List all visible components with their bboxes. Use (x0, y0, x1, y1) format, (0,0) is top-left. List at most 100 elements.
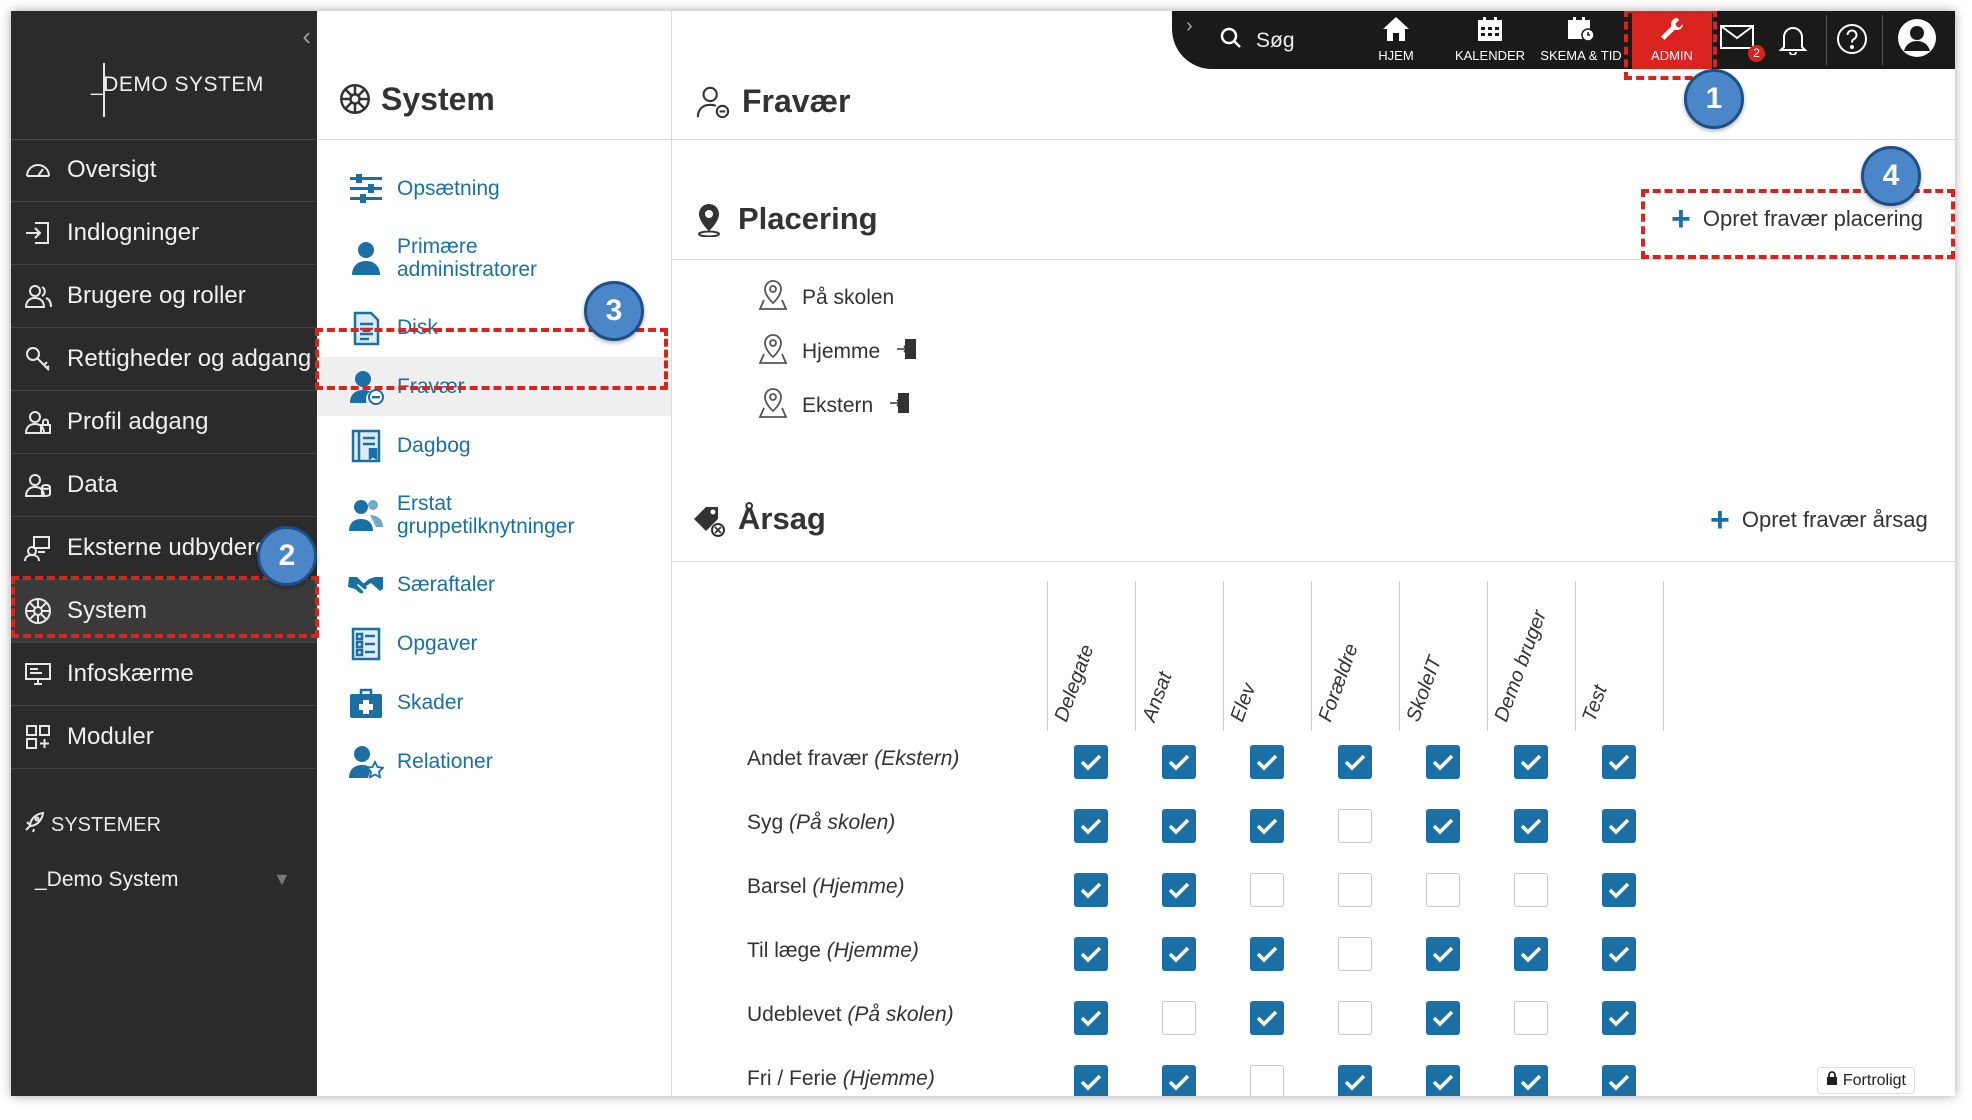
checkbox-checked[interactable] (1162, 873, 1196, 907)
column-header: Test (1575, 581, 1664, 731)
checkbox-checked[interactable] (1074, 745, 1108, 779)
sidebar-item-infoskaerme[interactable]: Infoskærme (11, 643, 317, 706)
system-menu-panel: System Opsætning Primære administratorer… (317, 11, 672, 1096)
sidebar-item-profil-adgang[interactable]: Profil adgang (11, 391, 317, 454)
reason-row-label: Syg (På skolen) (747, 811, 896, 834)
absence-person-icon (696, 85, 730, 124)
checkbox-checked[interactable] (1250, 809, 1284, 843)
user-profile-button[interactable] (1896, 17, 1938, 64)
checkbox-checked[interactable] (1162, 809, 1196, 843)
checkbox-checked[interactable] (1514, 745, 1548, 779)
monitor-icon (23, 659, 53, 689)
checkbox-checked[interactable] (1514, 937, 1548, 971)
location-item[interactable]: Hjemme (758, 333, 918, 371)
column-header: Elev (1223, 581, 1312, 731)
checkbox-checked[interactable] (1426, 1001, 1460, 1035)
sidebar-item-oversigt[interactable]: Oversigt (11, 139, 317, 202)
system-menu-item-erstat-gruppetilknytninger[interactable]: Erstat gruppetilknytninger (317, 475, 671, 555)
checkbox-checked[interactable] (1602, 1065, 1636, 1096)
checkbox-unchecked[interactable] (1338, 1001, 1372, 1035)
nav-calendar[interactable]: KALENDER (1450, 11, 1530, 69)
sidebar-item-brugere-og-roller[interactable]: Brugere og roller (11, 265, 317, 328)
rocket-icon (23, 811, 45, 839)
chevron-down-icon[interactable]: ▼ (273, 869, 291, 890)
location-pin-icon (694, 203, 724, 242)
checkbox-checked[interactable] (1250, 1001, 1284, 1035)
checkbox-unchecked[interactable] (1162, 1001, 1196, 1035)
column-header-label: SkoleIT (1402, 653, 1447, 725)
checkbox-checked[interactable] (1602, 1001, 1636, 1035)
checkbox-unchecked[interactable] (1514, 1001, 1548, 1035)
checkbox-checked[interactable] (1250, 937, 1284, 971)
sidebar-item-indlogninger[interactable]: Indlogninger (11, 202, 317, 265)
checkbox-checked[interactable] (1426, 937, 1460, 971)
sidebar-item-moduler[interactable]: Moduler (11, 706, 317, 769)
confidential-badge[interactable]: Fortroligt (1816, 1067, 1915, 1094)
checkbox-unchecked[interactable] (1250, 873, 1284, 907)
checkbox-checked[interactable] (1074, 1001, 1108, 1035)
checkbox-checked[interactable] (1162, 937, 1196, 971)
bell-icon (1778, 27, 1808, 59)
exit-door-icon (889, 392, 911, 420)
profile-access-icon (23, 407, 53, 437)
reason-section-title: Årsag (738, 501, 826, 536)
column-header-label: Forældre (1314, 640, 1363, 725)
checkbox-checked[interactable] (1514, 809, 1548, 843)
reason-row-label: Udeblevet (På skolen) (747, 1003, 954, 1026)
help-button[interactable] (1836, 23, 1868, 60)
location-item[interactable]: På skolen (758, 279, 894, 317)
checkbox-checked[interactable] (1074, 809, 1108, 843)
checkbox-checked[interactable] (1602, 745, 1636, 779)
checkbox-unchecked[interactable] (1338, 937, 1372, 971)
highlight-admin (1624, 11, 1717, 80)
checkbox-checked[interactable] (1514, 1065, 1548, 1096)
system-menu-item-opgaver[interactable]: Opgaver (317, 614, 671, 673)
checkbox-checked[interactable] (1074, 1065, 1108, 1096)
mail-button[interactable]: 2 (1720, 23, 1765, 63)
callout-1: 1 (1684, 69, 1744, 129)
checkbox-checked[interactable] (1162, 1065, 1196, 1096)
checkbox-checked[interactable] (1338, 1065, 1372, 1096)
system-selector[interactable]: _Demo System (35, 868, 179, 892)
checkbox-checked[interactable] (1074, 873, 1108, 907)
system-menu-item-opsaetning[interactable]: Opsætning (317, 159, 671, 218)
calendar-icon (1477, 16, 1503, 45)
checkbox-unchecked[interactable] (1426, 873, 1460, 907)
checkbox-checked[interactable] (1074, 937, 1108, 971)
checkbox-checked[interactable] (1602, 937, 1636, 971)
checkbox-checked[interactable] (1426, 809, 1460, 843)
checkbox-unchecked[interactable] (1338, 809, 1372, 843)
location-item[interactable]: Ekstern (758, 387, 911, 425)
checkbox-unchecked[interactable] (1338, 873, 1372, 907)
checkbox-unchecked[interactable] (1514, 873, 1548, 907)
system-menu-item-skader[interactable]: Skader (317, 673, 671, 732)
schedule-icon (1567, 16, 1595, 45)
mail-badge: 2 (1748, 45, 1765, 62)
chevron-right-icon[interactable]: › (1186, 15, 1193, 38)
system-menu-item-dagbog[interactable]: Dagbog (317, 416, 671, 475)
collapse-sidebar-icon[interactable]: ‹ (302, 21, 311, 52)
checkbox-unchecked[interactable] (1250, 1065, 1284, 1096)
sidebar-item-rettigheder-og-adgang[interactable]: Rettigheder og adgang (11, 328, 317, 391)
handshake-icon (347, 566, 385, 604)
checkbox-checked[interactable] (1602, 809, 1636, 843)
checkbox-checked[interactable] (1426, 745, 1460, 779)
notifications-button[interactable] (1778, 23, 1808, 60)
create-absence-reason-button[interactable]: + Opret fravær årsag (1710, 503, 1928, 537)
sidebar-item-data[interactable]: Data (11, 454, 317, 517)
home-icon (1382, 16, 1410, 45)
search-button[interactable]: Søg (1220, 27, 1295, 55)
checkbox-checked[interactable] (1338, 745, 1372, 779)
checkbox-checked[interactable] (1162, 745, 1196, 779)
callout-4: 4 (1861, 146, 1921, 206)
nav-home[interactable]: HJEM (1370, 11, 1422, 69)
system-wheel-icon (339, 83, 371, 120)
system-menu-item-relationer[interactable]: Relationer (317, 732, 671, 791)
nav-schedule[interactable]: SKEMA & TID (1534, 11, 1628, 69)
column-header-label: Test (1578, 682, 1612, 725)
checkbox-checked[interactable] (1426, 1065, 1460, 1096)
checkbox-checked[interactable] (1602, 873, 1636, 907)
checkbox-checked[interactable] (1250, 745, 1284, 779)
brand-logo[interactable]: _DEMO SYSTEM (11, 11, 317, 140)
system-menu-item-saeraftaler[interactable]: Særaftaler (317, 555, 671, 614)
